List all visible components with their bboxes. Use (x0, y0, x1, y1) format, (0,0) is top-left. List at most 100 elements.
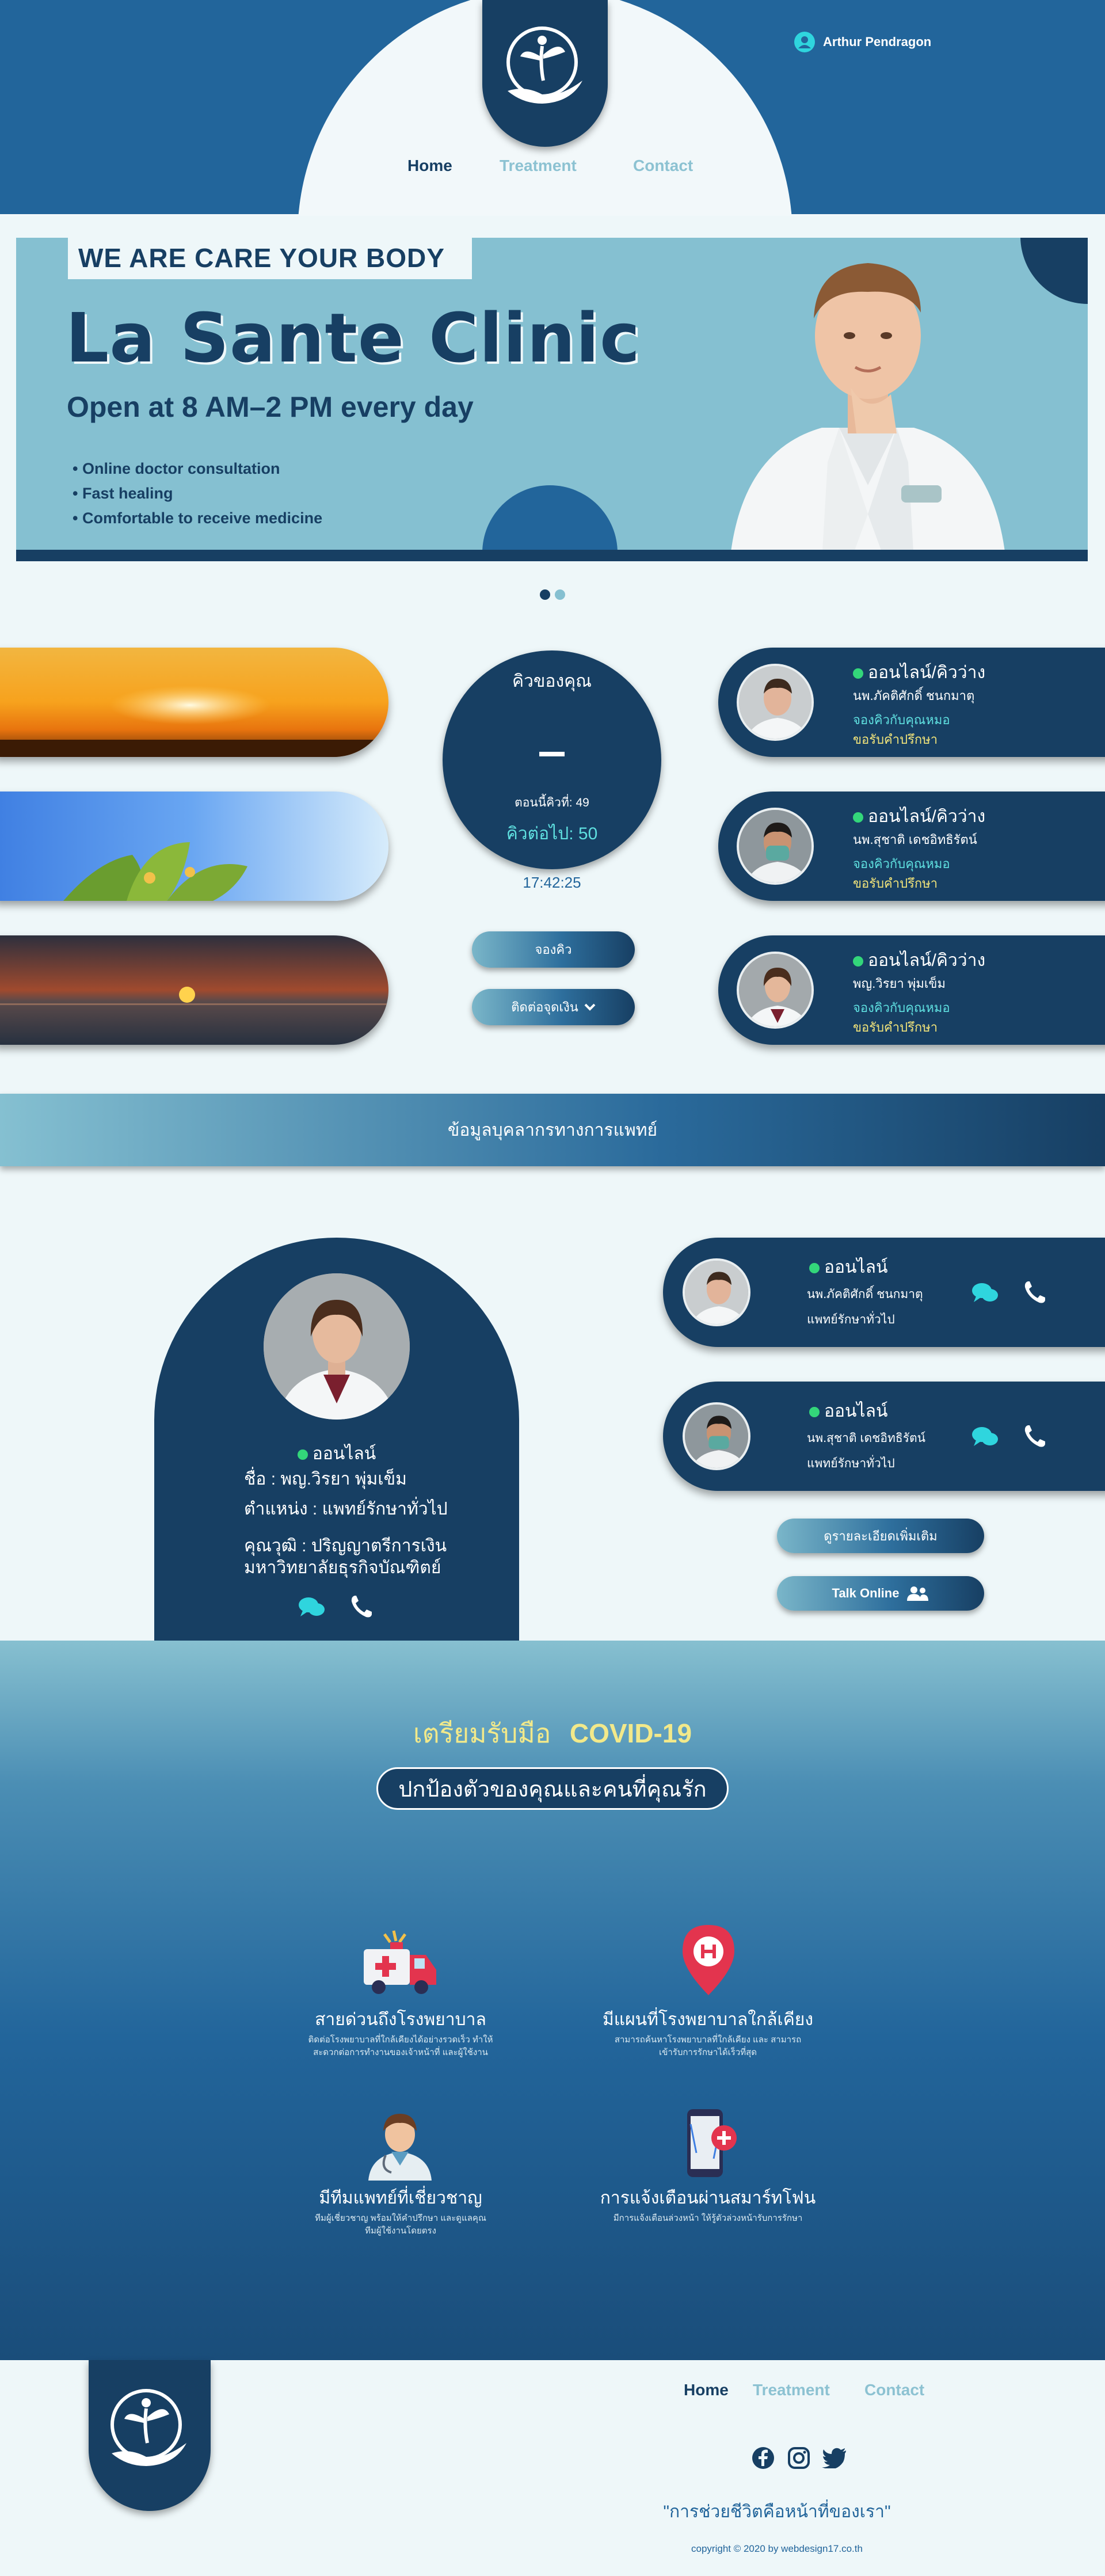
plant-sky-image (0, 792, 388, 901)
featured-doctor-photo (264, 1273, 410, 1420)
doctor-icon (368, 2114, 432, 2181)
feature-description: ติดต่อโรงพยาบาลที่ใกล้เคียงได้อย่างรวดเร… (308, 2035, 493, 2057)
doctor-status: ออนไลน์/คิวว่าง (853, 659, 985, 686)
doctor-role: แพทย์รักษาทั่วไป (807, 1457, 895, 1470)
hero-feature: • Comfortable to receive medicine (73, 509, 323, 527)
covid-title-th: เตรียมรับมือ (413, 1718, 551, 1748)
online-doctor-card[interactable]: ออนไลน์ นพ.ภัคติศักดิ์ ชนกมาตุ แพทย์รักษ… (663, 1238, 1105, 1347)
doctor-card[interactable]: ออนไลน์/คิวว่าง พญ.วิรยา พุ่มเข็ม จองคิว… (718, 935, 1105, 1045)
hero-features: • Online doctor consultation • Fast heal… (73, 456, 322, 531)
user-name: Arthur Pendragon (823, 35, 932, 49)
doctor-name: นพ.สุชาติ เดชอิทธิรัตน์ (807, 1432, 925, 1445)
online-dot (853, 668, 863, 679)
hero-banner: WE ARE CARE YOUR BODY La Sante Clinic Op… (16, 238, 1088, 561)
facebook-icon[interactable] (752, 2446, 775, 2470)
phone-icon[interactable] (350, 1595, 373, 1619)
featured-doctor-panel: ออนไลน์ ชื่อ : พญ.วิรยา พุ่มเข็ม ตำแหน่ง… (154, 1238, 519, 1641)
sunset-sea-image (0, 935, 388, 1045)
queue-title: คิวของคุณ (512, 672, 592, 691)
queue-panel: คิวของคุณ ตอนนี้คิวที่: 49 คิวต่อไป: 50 (443, 650, 661, 869)
feature-description: ทีมผู้เชี่ยวชาญ พร้อมให้คำปรึกษา และดูแล… (315, 2213, 486, 2236)
book-doctor-link[interactable]: จองคิวกับคุณหมอ (853, 998, 950, 1018)
copyright: copyright © 2020 by webdesign17.co.th (691, 2543, 863, 2554)
chat-icon[interactable] (298, 1596, 326, 1619)
doctor-name: พญ.วิรยา พุ่มเข็ม (853, 976, 946, 991)
doctor-card[interactable]: ออนไลน์/คิวว่าง นพ.ภัคติศักดิ์ ชนกมาตุ จ… (718, 648, 1105, 757)
queue-clock: 17:42:25 (523, 874, 581, 891)
featured-doctor-position: ตำแหน่ง : แพทย์รักษาทั่วไป (244, 1500, 448, 1519)
sunrise-image (0, 648, 388, 757)
sunrise-photo (0, 648, 388, 757)
logo-badge[interactable] (482, 0, 608, 147)
twitter-icon[interactable] (822, 2448, 847, 2468)
featured-doctor-university: มหาวิทยาลัยธุรกิจบัณฑิตย์ (244, 1558, 441, 1577)
queue-number-placeholder (539, 752, 565, 756)
consult-link[interactable]: ขอรับคำปรึกษา (853, 729, 938, 749)
footer-logo-badge[interactable] (89, 2360, 211, 2511)
more-details-button[interactable]: ดูรายละเอียดเพิ่มเติม (777, 1519, 984, 1553)
footer-nav-home[interactable]: Home (684, 2381, 729, 2399)
ambulance-icon (364, 1930, 436, 1994)
doctor-status: ออนไลน์ (809, 1254, 888, 1281)
consult-link[interactable]: ขอรับคำปรึกษา (853, 873, 938, 893)
doctor-status: ออนไลน์/คิวว่าง (853, 803, 985, 830)
staff-banner-title: ข้อมูลบุคลากรทางการแพทย์ (447, 1120, 658, 1140)
nav-treatment[interactable]: Treatment (500, 157, 577, 175)
doctor-avatar (737, 952, 814, 1029)
doctor-name: นพ.ภัคติศักดิ์ ชนกมาตุ (807, 1288, 923, 1301)
more-details-label: ดูรายละเอียดเพิ่มเติม (824, 1528, 938, 1543)
sunset-sea-photo (0, 935, 388, 1045)
header-base (0, 214, 1105, 216)
users-icon (907, 1586, 929, 1601)
plant-sky-photo (0, 792, 388, 901)
footer-nav-treatment[interactable]: Treatment (753, 2381, 830, 2399)
feature-title: การแจ้งเตือนผ่านสมาร์ทโฟน (600, 2189, 816, 2208)
hero-bottom-bar (16, 550, 1088, 561)
clinic-logo-icon (110, 2389, 186, 2466)
footer-nav-contact[interactable]: Contact (864, 2381, 924, 2399)
book-doctor-link[interactable]: จองคิวกับคุณหมอ (853, 710, 950, 730)
featured-doctor-status: ออนไลน์ (154, 1440, 519, 1467)
feature-title: มีแผนที่โรงพยาบาลใกล้เคียง (602, 2010, 814, 2029)
feature-description: มีการแจ้งเตือนล่วงหน้า ให้รู้ตัวล่วงหน้า… (613, 2213, 803, 2223)
phone-icon[interactable] (1023, 1424, 1046, 1448)
doctor-status: ออนไลน์/คิวว่าง (853, 947, 985, 974)
instagram-icon[interactable] (787, 2446, 810, 2470)
doctor-avatar (737, 808, 814, 885)
talk-online-button[interactable]: Talk Online (777, 1576, 984, 1611)
online-doctor-card[interactable]: ออนไลน์ นพ.สุชาติ เดชอิทธิรัตน์ แพทย์รัก… (663, 1382, 1105, 1491)
covid-heading: เตรียมรับมือ COVID-19 (0, 1713, 1105, 1755)
carousel-dot-active[interactable] (540, 589, 550, 600)
doctor-name: นพ.ภัคติศักดิ์ ชนกมาตุ (853, 688, 975, 703)
site-header: Home Treatment Contact Arthur Pendragon (0, 0, 1105, 216)
online-dot (297, 1449, 308, 1460)
nav-contact[interactable]: Contact (633, 157, 693, 175)
online-dot (853, 956, 863, 967)
hero-feature: • Fast healing (73, 485, 173, 502)
hero-title: La Sante Clinic (66, 298, 641, 378)
clinic-logo-icon (506, 26, 582, 104)
book-queue-label: จองคิว (535, 942, 572, 957)
feature-title: มีทีมแพทย์ที่เชี่ยวชาญ (319, 2189, 482, 2208)
carousel-dot[interactable] (555, 589, 565, 600)
phone-icon[interactable] (1023, 1280, 1046, 1304)
queue-current: ตอนนี้คิวที่: 49 (515, 796, 589, 809)
user-profile[interactable]: Arthur Pendragon (794, 32, 931, 52)
contact-cashier-button[interactable]: ติดต่อจุดเงิน (472, 989, 635, 1025)
doctor-card[interactable]: ออนไลน์/คิวว่าง นพ.สุชาติ เดชอิทธิรัตน์ … (718, 792, 1105, 901)
book-queue-button[interactable]: จองคิว (472, 931, 635, 968)
nav-home[interactable]: Home (407, 157, 452, 175)
online-dot (853, 812, 863, 823)
queue-next: คิวต่อไป: 50 (506, 824, 598, 843)
online-dot (809, 1263, 820, 1274)
book-doctor-link[interactable]: จองคิวกับคุณหมอ (853, 854, 950, 874)
online-dot (809, 1407, 820, 1418)
consult-link[interactable]: ขอรับคำปรึกษา (853, 1017, 938, 1037)
doctor-name: นพ.สุชาติ เดชอิทธิรัตน์ (853, 832, 977, 847)
featured-doctor-name: ชื่อ : พญ.วิรยา พุ่มเข็ม (244, 1470, 407, 1489)
hero-doctor-image (730, 263, 1006, 561)
covid-subtitle: ปกป้องตัวของคุณและคนที่คุณรัก (376, 1767, 729, 1810)
chat-icon[interactable] (971, 1425, 999, 1448)
footer-quote: "การช่วยชีวิตคือหน้าที่ของเรา" (663, 2502, 891, 2521)
chat-icon[interactable] (971, 1281, 999, 1304)
